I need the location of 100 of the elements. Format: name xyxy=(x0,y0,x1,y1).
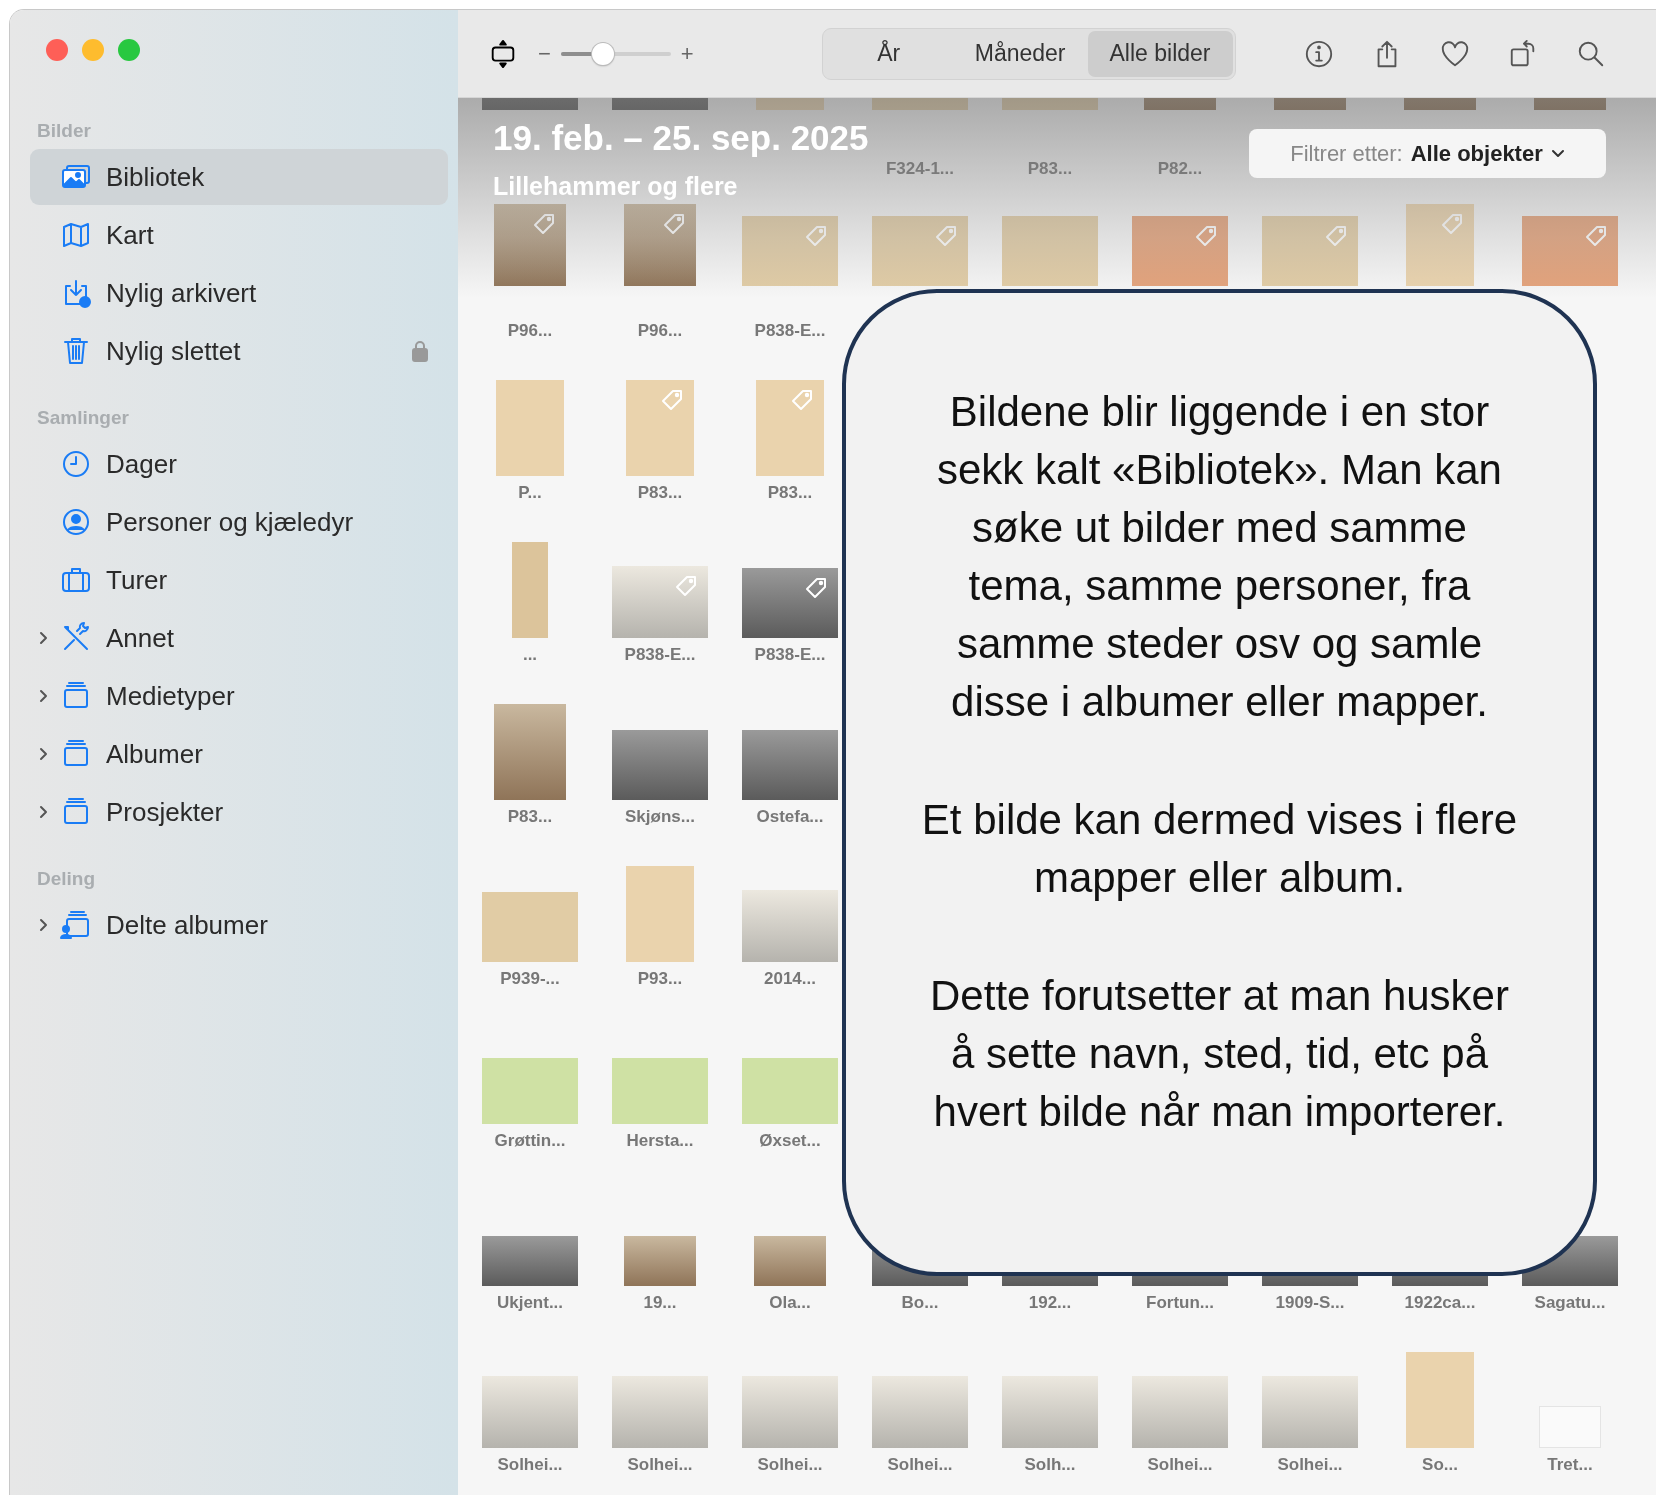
sidebar-item[interactable]: Nylig arkivert xyxy=(30,265,448,321)
callout-text: Et bilde kan dermed vises i flere mapper eller album. xyxy=(920,795,1519,903)
photo-title: P93... xyxy=(637,968,683,990)
photo-thumbnail[interactable] xyxy=(1262,1376,1358,1448)
photo-thumbnail[interactable] xyxy=(742,890,838,962)
photo-title: Solhei... xyxy=(1147,1454,1213,1476)
photo-title: Solhei... xyxy=(497,1454,563,1476)
photo-thumbnail[interactable] xyxy=(1522,216,1618,286)
photo-thumbnail[interactable] xyxy=(624,204,696,286)
photo-title: P96... xyxy=(507,320,553,342)
photo-title: Solhei... xyxy=(887,1454,953,1476)
photo-thumbnail[interactable] xyxy=(1406,1352,1474,1448)
sidebar-item[interactable]: Dager xyxy=(30,436,448,492)
photo-thumbnail[interactable] xyxy=(612,566,708,638)
view-tab[interactable]: Alle bilder xyxy=(1087,30,1233,77)
window-close-button[interactable] xyxy=(46,39,68,61)
view-tab[interactable]: År xyxy=(824,30,953,77)
photo-title: P838-E... xyxy=(624,644,696,666)
photo-thumbnail[interactable] xyxy=(482,892,578,962)
clock-icon xyxy=(60,448,92,480)
photo-thumbnail[interactable] xyxy=(1002,1376,1098,1448)
sidebar-item[interactable]: Annet xyxy=(30,610,448,666)
photo-thumbnail[interactable] xyxy=(626,866,694,962)
photo-thumbnail[interactable] xyxy=(612,730,708,800)
sidebar-item[interactable]: Albumer xyxy=(30,726,448,782)
photo-title: 192... xyxy=(1028,1292,1072,1314)
heart-icon[interactable] xyxy=(1439,38,1470,69)
photo-title: Fortun... xyxy=(1146,1292,1214,1314)
photo-thumbnail[interactable] xyxy=(512,542,548,638)
photo-title: 19... xyxy=(643,1292,677,1314)
photo-title: 1922ca... xyxy=(1404,1292,1476,1314)
photo-title: P96... xyxy=(637,320,683,342)
photo-title: Øxset... xyxy=(759,1130,821,1152)
window-zoom-button[interactable] xyxy=(118,39,140,61)
photo-thumbnail[interactable] xyxy=(742,1376,838,1448)
photo-title: 2014... xyxy=(764,968,816,990)
section-title: Samlinger xyxy=(36,406,129,430)
photo-thumbnail[interactable] xyxy=(482,1058,578,1124)
photo-title: P83... xyxy=(637,482,683,504)
photo-title: Ostefa... xyxy=(756,806,824,828)
chevron-icon xyxy=(1550,148,1565,159)
photo-thumbnail[interactable] xyxy=(1002,216,1098,286)
photo-thumbnail[interactable] xyxy=(612,1058,708,1124)
photo-thumbnail[interactable] xyxy=(1262,216,1358,286)
photo-thumbnail[interactable] xyxy=(482,1236,578,1286)
sidebar-item[interactable]: Medietyper xyxy=(30,668,448,724)
photo-thumbnail[interactable] xyxy=(626,380,694,476)
filter-button[interactable]: Filtrer etter: Alle objekter xyxy=(1249,129,1606,178)
photo-thumbnail[interactable] xyxy=(494,204,566,286)
photo-title: Solhei... xyxy=(627,1454,693,1476)
photo-thumbnail[interactable] xyxy=(742,1058,838,1124)
photo-thumbnail[interactable] xyxy=(756,380,824,476)
sidebar-item[interactable]: Nylig slettet xyxy=(30,323,448,379)
photo-thumbnail[interactable] xyxy=(1406,204,1474,286)
section-title: Bilder xyxy=(36,119,91,143)
zoom-out-button[interactable]: − xyxy=(538,40,551,67)
sidebar-item[interactable]: Turer xyxy=(30,552,448,608)
photo-thumbnail[interactable] xyxy=(742,730,838,800)
photo-title: Hersta... xyxy=(626,1130,694,1152)
photo-title: F324-1... xyxy=(885,158,954,180)
photo-title: Sagatu... xyxy=(1534,1292,1606,1314)
photo-title: Solh... xyxy=(1024,1454,1076,1476)
window-minimize-button[interactable] xyxy=(82,39,104,61)
person-icon xyxy=(60,506,92,538)
photo-title: P83... xyxy=(1027,158,1073,180)
sidebar-item[interactable]: Kart xyxy=(30,207,448,263)
photo-title: Bo... xyxy=(901,1292,939,1314)
photo-thumbnail[interactable] xyxy=(624,1236,696,1286)
photo-thumbnail[interactable] xyxy=(742,216,838,286)
view-tab[interactable]: Måneder xyxy=(952,30,1088,77)
callout-text: Bildene blir liggende i en stor sekk kalt «Bibliotek». Man kan søke ut bilder med samme tema, samme personer, fra samme steder osv og samle disse i albumer eller mapper. xyxy=(936,387,1503,727)
callout-text: Dette forutsetter at man husker å sette navn, sted, tid, etc på hvert bilde når man importerer. xyxy=(929,971,1510,1137)
photo-title: Solhei... xyxy=(1277,1454,1343,1476)
sidebar-item[interactable]: Personer og kjæledyr xyxy=(30,494,448,550)
photo-title: Ola... xyxy=(769,1292,811,1314)
sidebar-item[interactable]: Delte albumer xyxy=(30,897,448,953)
photo-title: Tret... xyxy=(1547,1454,1593,1476)
photo-thumbnail[interactable] xyxy=(742,568,838,638)
sidebar-item[interactable]: Prosjekter xyxy=(30,784,448,840)
zoom-slider-thumb[interactable] xyxy=(591,42,614,65)
photo-title: P... xyxy=(518,482,542,504)
photo-title: So... xyxy=(1422,1454,1458,1476)
photo-title: Grøttin... xyxy=(494,1130,566,1152)
photo-thumbnail[interactable] xyxy=(872,1376,968,1448)
photo-title: P83... xyxy=(507,806,553,828)
photo-title: P838-E... xyxy=(754,320,826,342)
photo-thumbnail[interactable] xyxy=(1132,1376,1228,1448)
shared-stack-icon xyxy=(60,909,92,941)
photo-thumbnail[interactable] xyxy=(494,704,566,800)
photo-thumbnail[interactable] xyxy=(482,1376,578,1448)
photo-title: Skjøns... xyxy=(625,806,695,828)
zoom-in-button[interactable]: + xyxy=(680,40,694,67)
photo-thumbnail[interactable] xyxy=(496,380,564,476)
photo-thumbnail[interactable] xyxy=(754,1236,826,1286)
photo-thumbnail[interactable] xyxy=(872,216,968,286)
sidebar-item[interactable]: Bibliotek xyxy=(30,149,448,205)
photo-thumbnail[interactable] xyxy=(612,1376,708,1448)
photo-thumbnail[interactable] xyxy=(1132,216,1228,286)
photo-title: P939-... xyxy=(500,968,560,990)
info-icon[interactable] xyxy=(1303,38,1334,69)
